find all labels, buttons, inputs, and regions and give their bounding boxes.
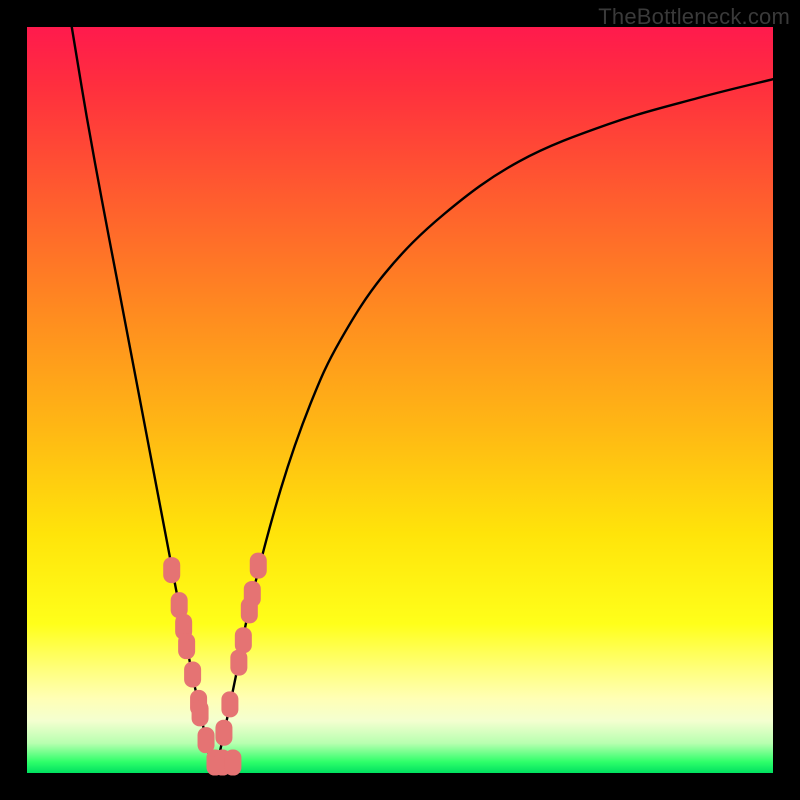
watermark-text: TheBottleneck.com <box>598 4 790 30</box>
marker-point <box>250 553 267 579</box>
marker-point <box>178 633 195 659</box>
marker-point <box>221 691 238 717</box>
marker-point <box>230 650 247 676</box>
marker-point <box>198 727 215 753</box>
curve-group <box>72 27 773 773</box>
marker-point <box>215 720 232 746</box>
bottleneck-curve <box>72 27 773 773</box>
marker-point <box>184 662 201 688</box>
marker-point <box>163 557 180 583</box>
marker-group <box>163 553 267 776</box>
marker-point <box>224 750 241 776</box>
marker-point <box>192 700 209 726</box>
outer-frame: TheBottleneck.com <box>0 0 800 800</box>
chart-svg <box>27 27 773 773</box>
marker-point <box>235 627 252 653</box>
marker-point <box>244 581 261 607</box>
